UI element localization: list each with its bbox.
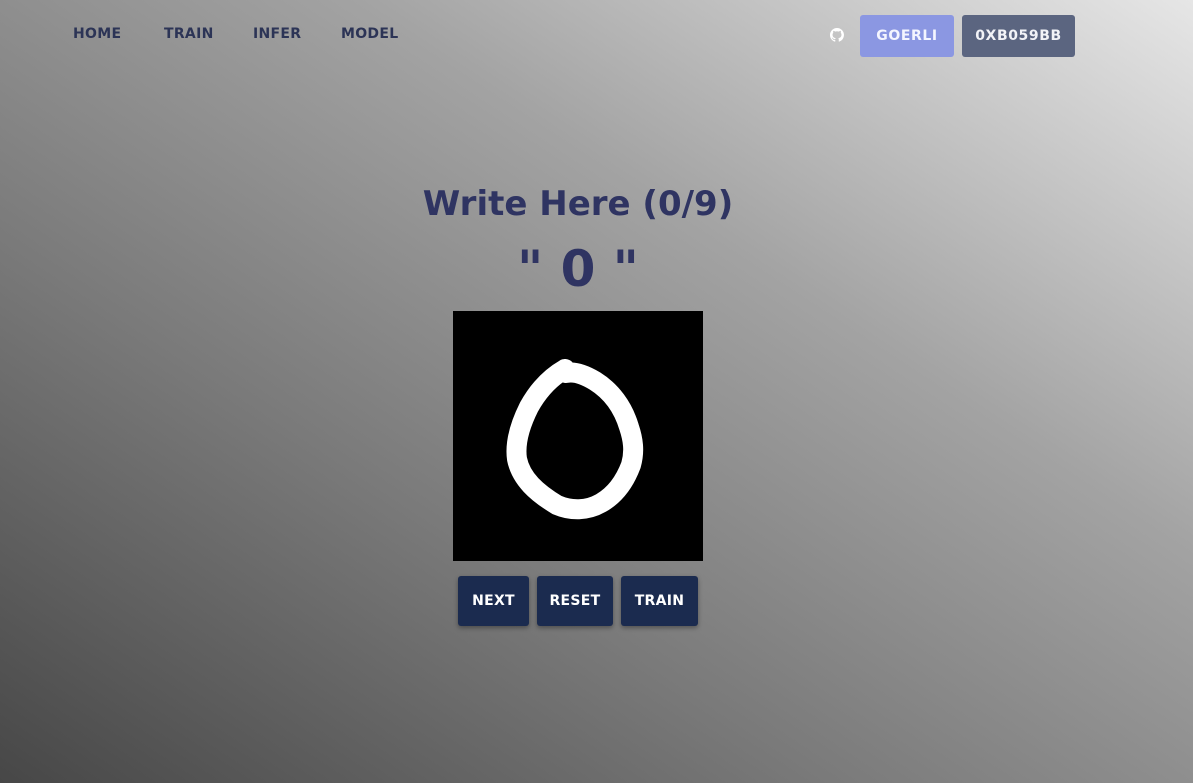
top-nav: HOME TRAIN INFER MODEL GOERLI 0XB059BB: [0, 0, 1193, 70]
next-button[interactable]: NEXT: [458, 576, 529, 626]
reset-button[interactable]: RESET: [537, 576, 613, 626]
github-icon[interactable]: [830, 27, 844, 42]
digit-prompt: " 0 ": [517, 240, 639, 298]
nav-model-link[interactable]: MODEL: [341, 26, 398, 42]
nav-infer-link[interactable]: INFER: [253, 26, 301, 42]
network-button[interactable]: GOERLI: [860, 15, 954, 57]
nav-home-link[interactable]: HOME: [73, 26, 121, 42]
drawing-canvas[interactable]: [453, 311, 703, 561]
account-button[interactable]: 0XB059BB: [962, 15, 1075, 57]
nav-train-link[interactable]: TRAIN: [164, 26, 214, 42]
train-button[interactable]: TRAIN: [621, 576, 698, 626]
page-title: Write Here (0/9): [422, 184, 734, 224]
handwritten-digit-stroke: [506, 359, 644, 520]
